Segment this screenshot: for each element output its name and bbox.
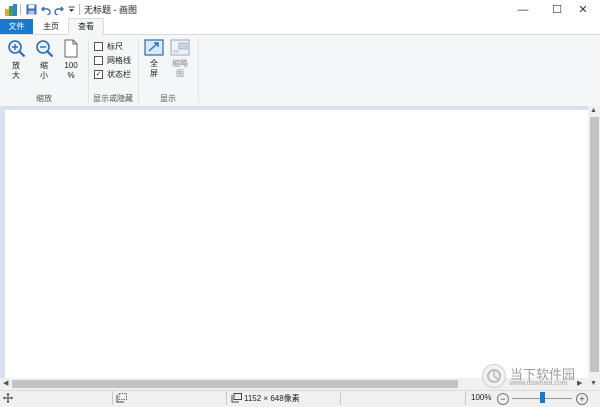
fullscreen-icon [144,39,164,56]
zoom-out-button[interactable]: 缩 小 [32,39,56,81]
thumbnail-label-1: 缩略 [172,59,188,68]
zoom-in-status-button[interactable]: + [576,393,588,405]
zoom-out-icon [35,40,53,58]
minimize-button[interactable]: — [506,0,540,19]
tab-home[interactable]: 主页 [36,19,66,34]
status-bar-label: 状态栏 [107,70,131,79]
scroll-down-icon[interactable]: ▼ [590,380,597,387]
thumbnail-button[interactable]: 缩略 图 [168,39,192,79]
status-bar [0,390,600,407]
zoom-out-label-1: 缩 [40,61,48,70]
window-title: 无标题 - 画图 [84,5,137,15]
ribbon-tabs: 文件 主页 查看 [0,18,600,36]
watermark-url: www.downxia.com [510,380,568,387]
group-divider [198,38,199,103]
tab-file[interactable]: 文件 [0,19,33,34]
zoom-100-button[interactable]: 100 % [60,39,82,81]
tab-view[interactable]: 查看 [68,18,104,36]
zoom-in-button[interactable]: 放 大 [4,39,28,81]
rulers-check-box [94,42,103,51]
horizontal-scroll-thumb[interactable] [12,380,458,388]
title-divider [79,4,80,15]
cursor-position-icon [3,393,13,405]
zoom-in-label-1: 放 [12,61,20,70]
quick-access-divider [20,4,21,15]
close-button[interactable]: ✕ [566,0,600,19]
undo-icon[interactable] [40,3,52,16]
ribbon: 放 大 缩 小 100 % 缩放 标尺 网格线 ✓ 状态栏 显示或隐藏 全 屏 … [0,35,600,107]
fullscreen-button[interactable]: 全 屏 [142,39,166,79]
zoom-group-label: 缩放 [36,94,52,103]
zoom-in-icon [7,40,25,58]
gridlines-check-box [94,56,103,65]
thumbnail-label-2: 图 [176,69,184,78]
scroll-left-icon[interactable]: ◀ [3,379,8,387]
rulers-label: 标尺 [107,42,123,51]
status-bar-checkbox[interactable]: ✓ 状态栏 [94,69,131,80]
paint-app-icon[interactable] [4,3,18,16]
zoom-level: 100% [471,393,492,402]
show-hide-group-label: 显示或隐藏 [93,94,133,103]
status-divider [340,391,341,405]
zoom-out-status-button[interactable]: − [497,393,509,405]
gridlines-checkbox[interactable]: 网格线 [94,55,131,66]
redo-icon[interactable] [53,3,65,16]
selection-size-icon [116,393,127,405]
drawing-canvas[interactable] [5,110,588,378]
fullscreen-label-2: 屏 [150,69,158,78]
zoom-slider-thumb[interactable] [539,392,545,403]
save-icon[interactable] [25,3,38,16]
thumbnail-icon [170,39,190,56]
canvas-size: 1152 × 648像素 [244,394,300,403]
zoom-100-label-1: 100 [64,61,78,70]
rulers-checkbox[interactable]: 标尺 [94,41,123,52]
page-icon [64,39,78,58]
zoom-100-label-2: % [67,71,75,80]
customize-quick-access-icon[interactable] [67,3,76,16]
display-group-label: 显示 [160,94,176,103]
status-divider [226,391,227,405]
gridlines-label: 网格线 [107,56,131,65]
zoom-in-label-2: 大 [12,71,20,80]
scroll-up-icon[interactable]: ▲ [590,107,597,114]
canvas-size-icon [231,393,242,405]
fullscreen-label-1: 全 [150,59,158,68]
vertical-scroll-thumb[interactable] [590,117,599,372]
status-divider [465,391,466,405]
status-divider [112,391,113,405]
zoom-out-label-2: 小 [40,71,48,80]
status-bar-check-box: ✓ [94,70,103,79]
scroll-right-icon[interactable]: ▶ [577,379,582,387]
watermark-logo [482,364,506,388]
